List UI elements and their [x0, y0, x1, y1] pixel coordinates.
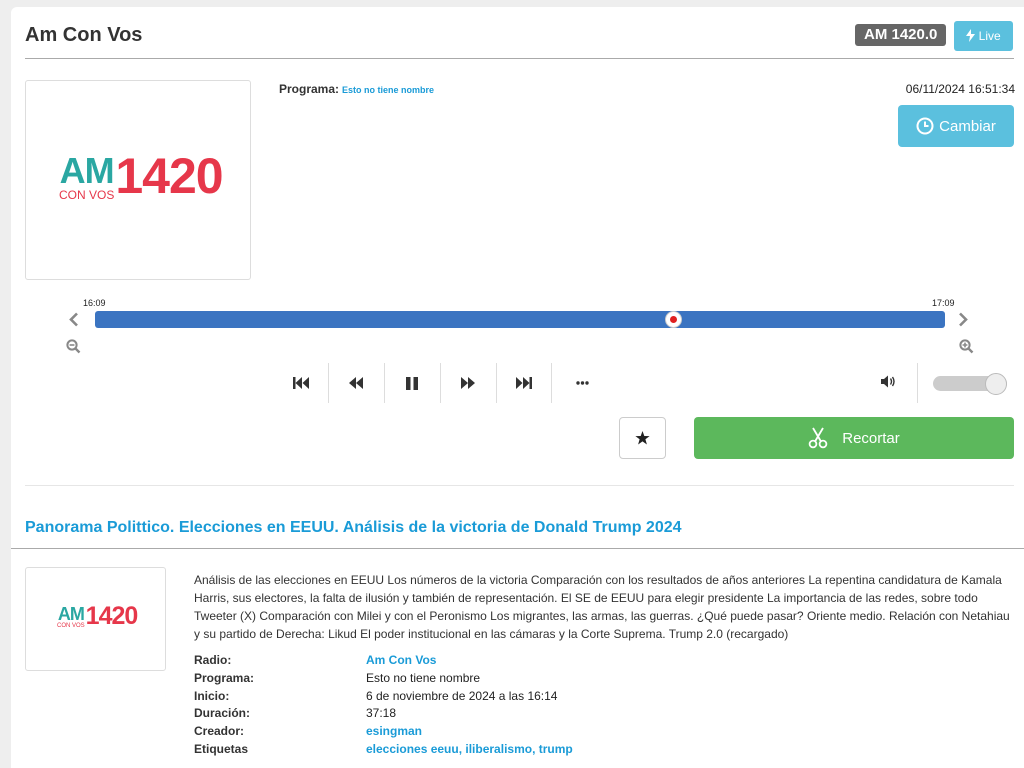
meta-tags-links[interactable]: elecciones eeuu, iliberalismo, trump — [366, 741, 573, 759]
more-icon — [576, 381, 589, 385]
logo-convos-text: CON VOS — [59, 188, 115, 202]
zoom-in-icon[interactable] — [959, 339, 974, 354]
meta-row-creador: Creador: esingman — [194, 723, 573, 741]
meta-label: Etiquetas — [194, 741, 249, 756]
meta-creator-link[interactable]: esingman — [366, 723, 422, 741]
main-card: Am Con Vos AM 1420.0 Live AM CON VOS 142… — [11, 7, 1024, 768]
program-label: Programa: — [279, 82, 340, 96]
clock-icon — [916, 117, 934, 135]
skip-end-button[interactable] — [496, 363, 551, 403]
meta-label: Duración: — [194, 706, 251, 721]
fast-forward-button[interactable] — [440, 363, 495, 403]
rewind-icon — [349, 377, 363, 389]
meta-label: Creador: — [194, 724, 245, 739]
episode-logo-number-text: 1420 — [85, 602, 139, 630]
meta-value: 6 de noviembre de 2024 a las 16:14 — [366, 688, 558, 703]
program-link[interactable]: Esto no tiene nombre — [342, 85, 434, 95]
program-info: Programa: Esto no tiene nombre — [279, 82, 434, 96]
volume-slider-handle[interactable] — [984, 373, 1007, 395]
pause-icon — [406, 376, 418, 390]
episode-logo-convos-text: CON VOS — [57, 623, 85, 629]
chevron-right-icon[interactable] — [958, 312, 969, 327]
station-badge: AM 1420.0 — [855, 24, 947, 46]
scissors-icon — [808, 427, 828, 449]
timeline-start-time: 16:09 — [83, 298, 106, 308]
live-button[interactable]: Live — [954, 21, 1013, 51]
meta-row-radio: Radio: Am Con Vos — [194, 652, 573, 670]
pause-button[interactable] — [384, 363, 439, 403]
zoom-out-icon[interactable] — [66, 339, 81, 354]
more-button[interactable] — [555, 363, 610, 403]
recortar-label: Recortar — [842, 429, 900, 447]
rewind-button[interactable] — [328, 363, 383, 403]
episode-logo-am-text: AM — [57, 604, 85, 624]
episode-meta: Radio: Am Con Vos Programa: Esto no tien… — [194, 652, 573, 759]
timeline-end-time: 17:09 — [932, 298, 955, 308]
skip-end-icon — [516, 377, 532, 389]
chevron-left-icon[interactable] — [68, 312, 79, 327]
header-divider — [25, 58, 1014, 59]
station-logo: AM CON VOS 1420 — [25, 80, 251, 280]
meta-label: Programa: — [194, 670, 255, 685]
section-divider — [25, 485, 1014, 486]
logo-mark: AM CON VOS 1420 — [59, 148, 224, 204]
recortar-button[interactable]: Recortar — [694, 417, 1014, 459]
meta-row-programa: Programa: Esto no tiene nombre — [194, 670, 573, 688]
meta-value: 37:18 — [366, 706, 397, 721]
episode-title-divider — [11, 548, 1024, 549]
controls-divider — [551, 363, 552, 403]
skip-start-icon — [292, 377, 309, 389]
page-title: Am Con Vos — [25, 24, 143, 46]
episode-description: Análisis de las elecciones en EEUU Los n… — [194, 573, 1010, 641]
meta-row-inicio: Inicio: 6 de noviembre de 2024 a las 16:… — [194, 688, 573, 706]
cambiar-label: Cambiar — [939, 117, 996, 135]
bolt-icon — [966, 29, 976, 42]
episode-logo-mark: AM CON VOS 1420 — [57, 602, 139, 630]
meta-radio-link[interactable]: Am Con Vos — [366, 652, 436, 670]
volume-divider — [917, 363, 918, 403]
favorite-button[interactable] — [619, 417, 666, 459]
logo-am-text: AM — [59, 150, 115, 191]
timeline-bar[interactable] — [95, 311, 945, 328]
meta-value: Esto no tiene nombre — [366, 670, 481, 685]
cambiar-button[interactable]: Cambiar — [898, 105, 1014, 147]
live-label: Live — [978, 29, 1001, 43]
volume-icon[interactable] — [881, 375, 897, 388]
skip-start-button[interactable] — [273, 363, 328, 403]
meta-row-duracion: Duración: 37:18 — [194, 705, 573, 723]
meta-label: Radio: — [194, 653, 232, 667]
timeline-position-marker[interactable] — [664, 311, 682, 328]
fast-forward-icon — [461, 377, 475, 389]
star-icon — [635, 431, 650, 445]
episode-logo: AM CON VOS 1420 — [25, 567, 166, 671]
current-datetime: 06/11/2024 16:51:34 — [905, 82, 1015, 96]
meta-row-etiquetas: Etiquetas elecciones eeuu, iliberalismo,… — [194, 741, 573, 759]
meta-label: Inicio: — [194, 688, 230, 703]
logo-number-text: 1420 — [115, 148, 223, 204]
episode-title[interactable]: Panorama Polittico. Elecciones en EEUU. … — [25, 519, 682, 537]
